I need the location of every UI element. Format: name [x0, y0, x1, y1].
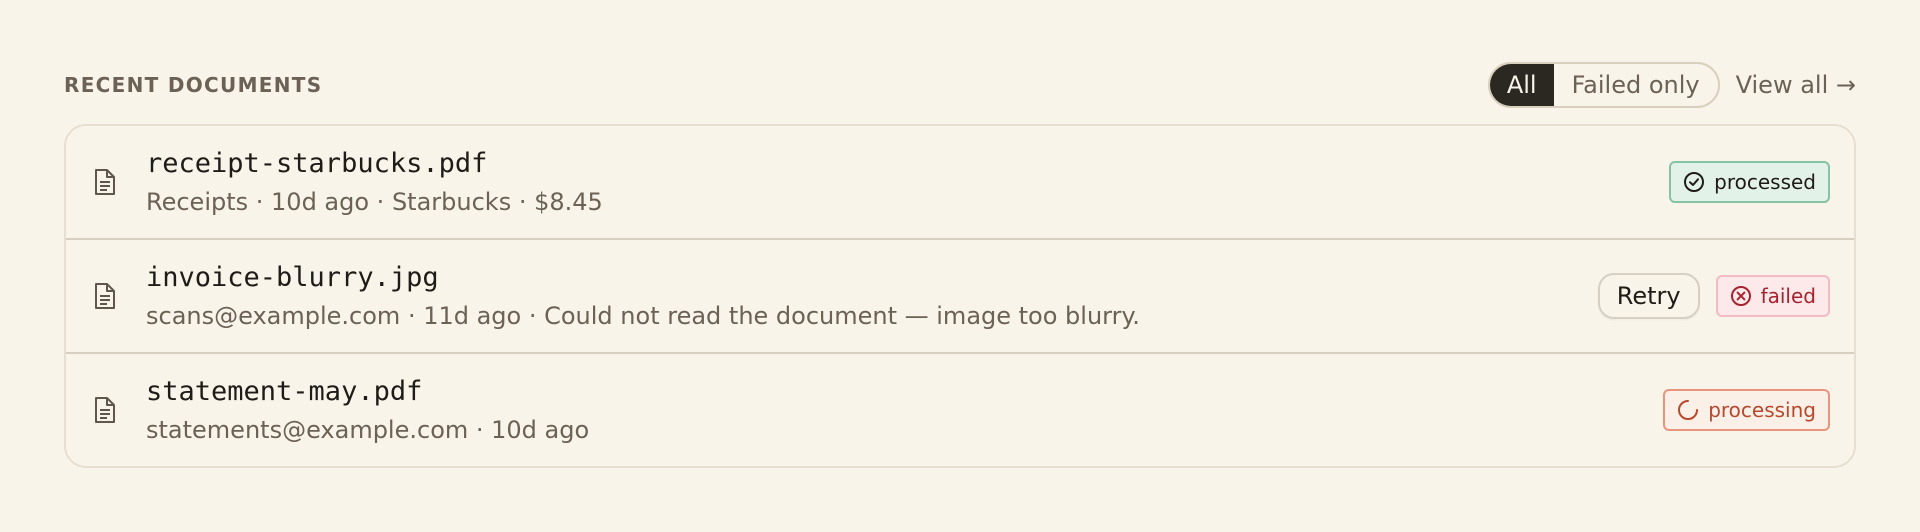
document-actions: processed	[1669, 161, 1830, 203]
document-name[interactable]: receipt-starbucks.pdf	[146, 147, 1669, 181]
document-text: invoice-blurry.jpg scans@example.com · 1…	[146, 261, 1598, 331]
status-label: processing	[1708, 398, 1816, 422]
filter-all-button[interactable]: All	[1489, 64, 1554, 106]
header-controls: All Failed only View all →	[1487, 62, 1856, 108]
document-row-receipt-starbucks[interactable]: receipt-starbucks.pdf Receipts · 10d ago…	[66, 126, 1854, 238]
section-title: RECENT DOCUMENTS	[64, 73, 323, 97]
document-text: receipt-starbucks.pdf Receipts · 10d ago…	[146, 147, 1669, 217]
filter-failed-only-button[interactable]: Failed only	[1554, 64, 1718, 106]
status-label: processed	[1714, 170, 1816, 194]
document-meta: Receipts · 10d ago · Starbucks · $8.45	[146, 188, 603, 216]
document-actions: Retry failed	[1597, 273, 1830, 319]
documents-list: receipt-starbucks.pdf Receipts · 10d ago…	[64, 124, 1856, 468]
document-icon	[92, 282, 118, 310]
document-icon	[92, 168, 118, 196]
status-badge: processing	[1663, 389, 1830, 431]
document-actions: processing	[1663, 389, 1830, 431]
document-name[interactable]: invoice-blurry.jpg	[146, 261, 1598, 295]
section-header: RECENT DOCUMENTS All Failed only View al…	[64, 62, 1856, 108]
status-badge: processed	[1669, 161, 1830, 203]
document-row-invoice-blurry[interactable]: invoice-blurry.jpg scans@example.com · 1…	[66, 238, 1854, 352]
document-icon	[92, 396, 118, 424]
document-meta: statements@example.com · 10d ago	[146, 416, 590, 444]
document-text: statement-may.pdf statements@example.com…	[146, 375, 1663, 445]
view-all-link[interactable]: View all →	[1736, 71, 1856, 99]
filter-toggle: All Failed only	[1487, 62, 1720, 108]
x-circle-icon	[1730, 285, 1752, 307]
recent-documents-section: RECENT DOCUMENTS All Failed only View al…	[64, 62, 1856, 468]
retry-button[interactable]: Retry	[1597, 273, 1700, 319]
status-label: failed	[1760, 284, 1816, 308]
document-meta: scans@example.com · 11d ago · Could not …	[146, 302, 1140, 330]
spinner-icon	[1677, 399, 1699, 421]
document-name[interactable]: statement-may.pdf	[146, 375, 1663, 409]
check-circle-icon	[1683, 171, 1705, 193]
status-badge: failed	[1715, 275, 1830, 317]
document-row-statement-may[interactable]: statement-may.pdf statements@example.com…	[66, 352, 1854, 466]
